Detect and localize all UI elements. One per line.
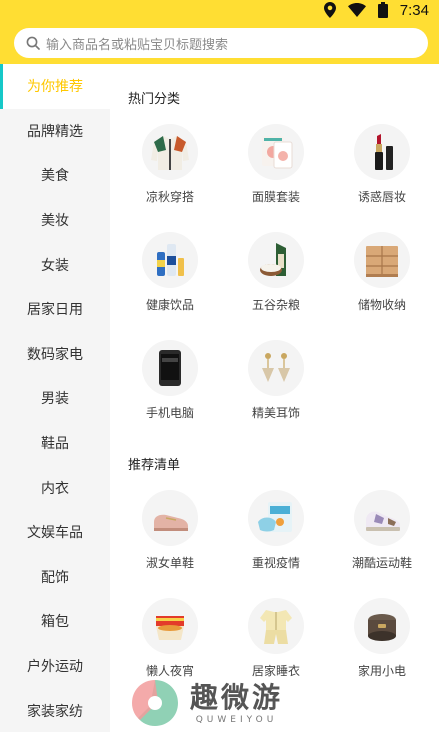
status-time: 7:34 bbox=[399, 1, 429, 19]
category-item-label: 淑女单鞋 bbox=[145, 556, 194, 570]
category-item-healthy-drinks[interactable]: 健康饮品 bbox=[117, 232, 223, 332]
earrings-icon bbox=[262, 353, 290, 382]
sidebar-item-label: 美妆 bbox=[41, 213, 69, 230]
sidebar-item-label: 鞋品 bbox=[41, 436, 69, 453]
phone-icon bbox=[159, 350, 181, 386]
sidebar-item-menswear[interactable]: 男装 bbox=[0, 376, 110, 421]
category-content: 热门分类 凉秋穿搭 面膜套装 诱惑唇妆 健康饮品 五谷杂粮 储物收纳 手机电脑 … bbox=[110, 64, 439, 732]
sidebar-item-label: 箱包 bbox=[41, 614, 69, 631]
sidebar-item-underwear[interactable]: 内衣 bbox=[0, 465, 110, 510]
category-item-label: 诱惑唇妆 bbox=[357, 190, 406, 204]
sidebar-item-beauty[interactable]: 美妆 bbox=[0, 198, 110, 243]
section-title-hot: 热门分类 bbox=[128, 92, 181, 107]
watermark: 趣微游 QUWEIYOU bbox=[128, 674, 328, 732]
category-item-label: 五谷杂粮 bbox=[251, 298, 300, 312]
category-sidebar: 为你推荐 品牌精选 美食 美妆 女装 居家日用 数码家电 男装 鞋品 内衣 文娱… bbox=[0, 64, 110, 732]
category-item-earrings[interactable]: 精美耳饰 bbox=[223, 340, 329, 440]
sidebar-item-accessories[interactable]: 配饰 bbox=[0, 555, 110, 600]
category-item-label: 面膜套装 bbox=[251, 190, 300, 204]
lipstick-icon bbox=[375, 134, 393, 170]
jacket-icon bbox=[151, 136, 189, 170]
top-bar: 7:34 输入商品名或粘贴宝贝标题搜索 bbox=[0, 0, 439, 64]
category-item-label: 凉秋穿搭 bbox=[145, 190, 194, 204]
sidebar-item-recommended[interactable]: 为你推荐 bbox=[0, 64, 110, 109]
category-item-label: 潮酷运动鞋 bbox=[351, 556, 412, 570]
category-item-epidemic[interactable]: 重视疫情 bbox=[223, 490, 329, 590]
category-item-lip-makeup[interactable]: 诱惑唇妆 bbox=[329, 124, 435, 224]
sidebar-item-outdoor-sports[interactable]: 户外运动 bbox=[0, 644, 110, 689]
sidebar-item-brand-picks[interactable]: 品牌精选 bbox=[0, 109, 110, 154]
watermark-text: 趣微游 bbox=[190, 681, 284, 714]
sidebar-item-label: 为你推荐 bbox=[27, 79, 83, 96]
category-item-label: 储物收纳 bbox=[357, 298, 406, 312]
face-mask-icon bbox=[262, 136, 293, 169]
category-item-autumn-outfits[interactable]: 凉秋穿搭 bbox=[117, 124, 223, 224]
category-item-label: 家用小电 bbox=[357, 664, 406, 678]
watermark-subtext: QUWEIYOU bbox=[195, 715, 278, 725]
sidebar-item-label: 美食 bbox=[41, 168, 69, 185]
sidebar-item-electronics[interactable]: 数码家电 bbox=[0, 332, 110, 377]
sidebar-item-label: 家装家纺 bbox=[27, 703, 83, 720]
sidebar-item-bags[interactable]: 箱包 bbox=[0, 599, 110, 644]
sidebar-item-label: 内衣 bbox=[41, 480, 69, 497]
sidebar-item-shoes[interactable]: 鞋品 bbox=[0, 421, 110, 466]
loafer-shoe-icon bbox=[154, 514, 188, 531]
battery-icon bbox=[377, 2, 388, 18]
category-item-grains[interactable]: 五谷杂粮 bbox=[223, 232, 329, 332]
search-bar[interactable]: 输入商品名或粘贴宝贝标题搜索 bbox=[14, 28, 428, 58]
category-item-small-appliances[interactable]: 家用小电 bbox=[329, 598, 435, 698]
sidebar-item-home-textiles[interactable]: 家装家纺 bbox=[0, 688, 110, 732]
category-item-face-masks[interactable]: 面膜套装 bbox=[223, 124, 329, 224]
status-bar: 7:34 bbox=[323, 0, 429, 20]
category-item-phones-computers[interactable]: 手机电脑 bbox=[117, 340, 223, 440]
category-item-label: 手机电脑 bbox=[145, 406, 194, 420]
search-placeholder[interactable]: 输入商品名或粘贴宝贝标题搜索 bbox=[46, 34, 228, 53]
sidebar-item-label: 配饰 bbox=[41, 569, 69, 586]
rice-cooker-icon bbox=[368, 614, 396, 641]
sidebar-item-label: 户外运动 bbox=[27, 659, 83, 676]
sneaker-icon bbox=[366, 511, 400, 531]
drink-bottles-icon bbox=[157, 244, 184, 276]
sidebar-item-label: 数码家电 bbox=[27, 346, 83, 363]
category-item-label: 重视疫情 bbox=[251, 556, 300, 570]
snack-box-icon bbox=[156, 616, 184, 640]
storage-cabinet-icon bbox=[366, 246, 398, 277]
sidebar-item-label: 女装 bbox=[41, 257, 69, 274]
search-icon bbox=[26, 36, 40, 50]
category-item-label: 健康饮品 bbox=[145, 298, 194, 312]
location-icon bbox=[323, 2, 336, 18]
grain-bag-icon bbox=[260, 243, 286, 276]
mask-box-icon bbox=[258, 502, 292, 532]
category-item-sneakers[interactable]: 潮酷运动鞋 bbox=[329, 490, 435, 590]
sidebar-item-household[interactable]: 居家日用 bbox=[0, 287, 110, 332]
category-item-label: 精美耳饰 bbox=[251, 406, 300, 420]
sidebar-item-food[interactable]: 美食 bbox=[0, 153, 110, 198]
sidebar-item-label: 居家日用 bbox=[27, 302, 83, 319]
sidebar-item-entertainment-auto[interactable]: 文娱车品 bbox=[0, 510, 110, 555]
section-title-recommend: 推荐清单 bbox=[128, 458, 181, 473]
sidebar-item-label: 男装 bbox=[41, 391, 69, 408]
sidebar-item-label: 品牌精选 bbox=[27, 123, 83, 140]
wifi-icon bbox=[347, 3, 366, 17]
pajamas-icon bbox=[260, 610, 292, 644]
watermark-logo-icon bbox=[132, 680, 178, 726]
sidebar-item-womenswear[interactable]: 女装 bbox=[0, 242, 110, 287]
sidebar-item-label: 文娱车品 bbox=[27, 525, 83, 542]
category-item-storage[interactable]: 储物收纳 bbox=[329, 232, 435, 332]
category-item-ladies-flats[interactable]: 淑女单鞋 bbox=[117, 490, 223, 590]
